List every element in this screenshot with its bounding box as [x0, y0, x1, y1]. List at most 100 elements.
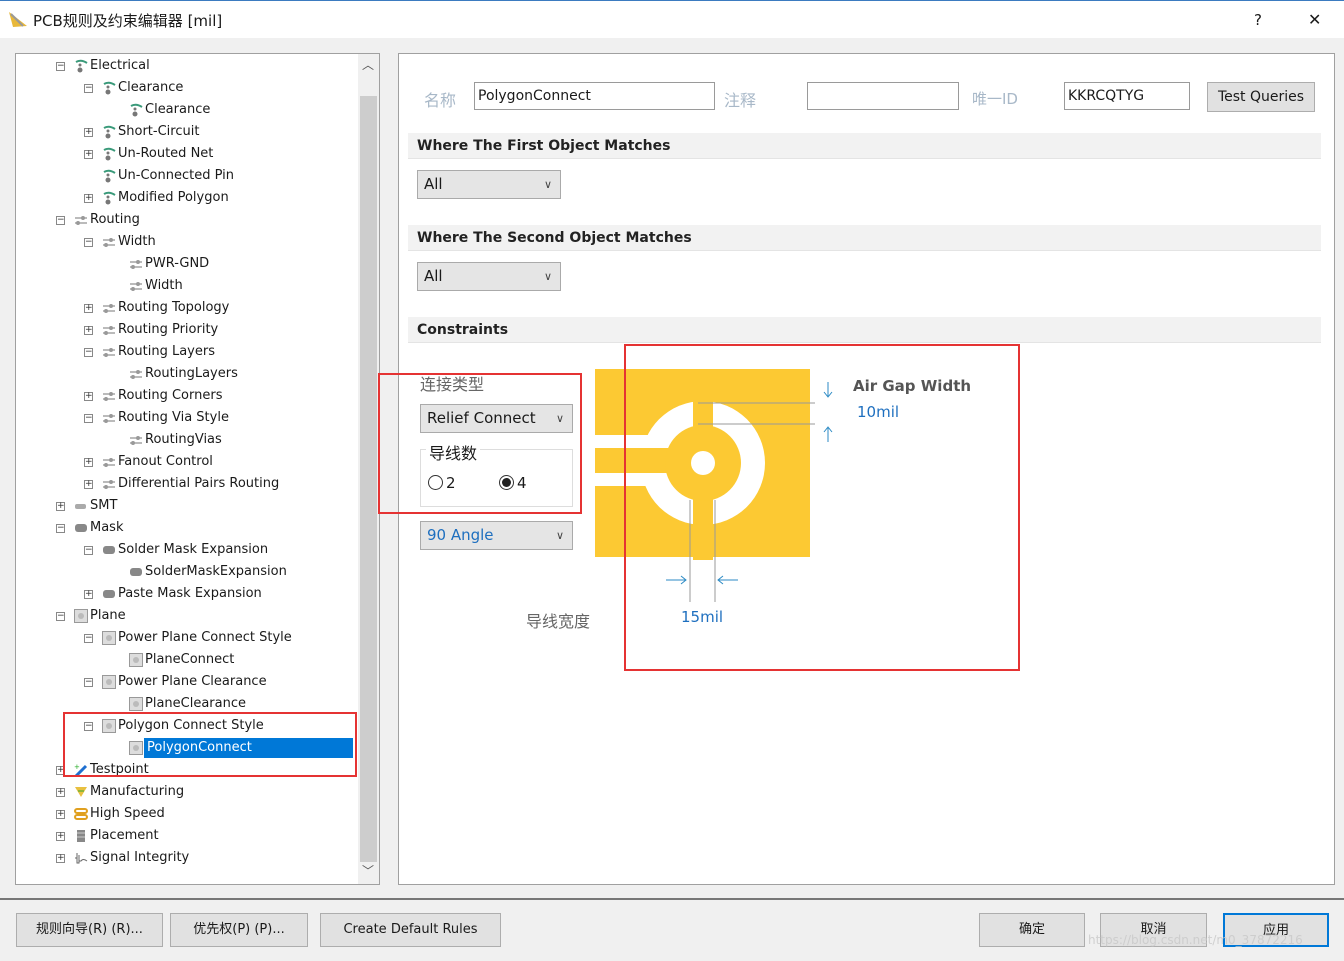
create-default-rules-button[interactable]: Create Default Rules [320, 913, 501, 947]
tree-item[interactable]: − Power Plane Connect Style [16, 628, 356, 648]
expand-icon[interactable]: + [84, 150, 93, 159]
collapse-icon[interactable]: − [84, 546, 93, 555]
routing-icon [129, 257, 143, 271]
scroll-down-icon[interactable]: ﹀ [362, 862, 374, 879]
tree-item[interactable]: + Short-Circuit [16, 122, 356, 142]
expand-icon[interactable]: + [56, 854, 65, 863]
tree-item[interactable]: + High Speed [16, 804, 356, 824]
tree-item[interactable]: − Mask [16, 518, 356, 538]
expand-icon[interactable]: + [84, 392, 93, 401]
tree-item-label: Routing Topology [118, 300, 230, 315]
tree-item[interactable]: + Routing Corners [16, 386, 356, 406]
tree-item[interactable]: Clearance [16, 100, 356, 120]
tree-item[interactable]: − Plane [16, 606, 356, 626]
tree-item[interactable]: + Modified Polygon [16, 188, 356, 208]
tree-item-label: Solder Mask Expansion [118, 542, 269, 557]
scroll-up-icon[interactable]: ︿ [362, 56, 374, 73]
tree-item[interactable]: − Routing Layers [16, 342, 356, 362]
test-queries-button[interactable]: Test Queries [1207, 82, 1315, 112]
ok-button[interactable]: 确定 [979, 913, 1085, 947]
tree-item-label: SMT [90, 498, 118, 513]
second-object-dropdown[interactable]: All ∨ [417, 262, 561, 291]
tree-item[interactable]: Un-Connected Pin [16, 166, 356, 186]
tree-item-label: Routing [90, 212, 140, 227]
tree-item[interactable]: + SMT [16, 496, 356, 516]
tree-item-label: RoutingVias [145, 432, 222, 447]
expand-icon[interactable]: + [56, 788, 65, 797]
collapse-icon[interactable]: − [56, 62, 65, 71]
tree-item-label: Un-Routed Net [118, 146, 214, 161]
chevron-down-icon: ∨ [543, 270, 552, 283]
tree-item[interactable]: + Fanout Control [16, 452, 356, 472]
tree-item[interactable]: + Differential Pairs Routing [16, 474, 356, 494]
expand-icon[interactable]: + [84, 326, 93, 335]
tree-item-label: PlaneConnect [145, 652, 235, 667]
mask-icon [102, 543, 116, 557]
collapse-icon[interactable]: − [84, 84, 93, 93]
name-input[interactable]: PolygonConnect [474, 82, 715, 110]
expand-icon[interactable]: + [84, 128, 93, 137]
constraints-header: Constraints [408, 317, 1321, 343]
tree-item[interactable]: + Paste Mask Expansion [16, 584, 356, 604]
title-bar: PCB规则及约束编辑器 [mil] ? ✕ [0, 0, 1344, 38]
collapse-icon[interactable]: − [84, 414, 93, 423]
expand-icon[interactable]: + [84, 304, 93, 313]
collapse-icon[interactable]: − [56, 612, 65, 621]
tree-item[interactable]: PWR-GND [16, 254, 356, 274]
tree-item[interactable]: RoutingLayers [16, 364, 356, 384]
tree-item[interactable]: RoutingVias [16, 430, 356, 450]
tree-item[interactable]: Width [16, 276, 356, 296]
angle-dropdown[interactable]: 90 Angle ∨ [420, 521, 573, 550]
second-object-header: Where The Second Object Matches [408, 225, 1321, 251]
tree-item[interactable]: PlaneClearance [16, 694, 356, 714]
expand-icon[interactable]: + [84, 194, 93, 203]
expand-icon[interactable]: + [56, 502, 65, 511]
tree-item[interactable]: − Routing [16, 210, 356, 230]
expand-icon[interactable]: + [84, 480, 93, 489]
tree-item[interactable]: + Signal Integrity [16, 848, 356, 868]
tree-item[interactable]: + Manufacturing [16, 782, 356, 802]
expand-icon[interactable]: + [56, 832, 65, 841]
tree-item[interactable]: − Solder Mask Expansion [16, 540, 356, 560]
rule-wizard-button[interactable]: 规则向导(R) (R)... [16, 913, 163, 947]
routing-icon [102, 411, 116, 425]
tree-item[interactable]: − Electrical [16, 56, 356, 76]
collapse-icon[interactable]: − [84, 678, 93, 687]
tree-item-label: PlaneClearance [145, 696, 247, 711]
expand-icon[interactable]: + [84, 458, 93, 467]
tree-item[interactable]: − Power Plane Clearance [16, 672, 356, 692]
tree-item-label: Power Plane Connect Style [118, 630, 292, 645]
uid-input[interactable]: KKRCQTYG [1064, 82, 1190, 110]
tree-item[interactable]: + Placement [16, 826, 356, 846]
tree-item[interactable]: + Routing Topology [16, 298, 356, 318]
collapse-icon[interactable]: − [56, 524, 65, 533]
tree-item[interactable]: − Width [16, 232, 356, 252]
plane-icon [102, 675, 116, 689]
priority-button[interactable]: 优先权(P) (P)... [170, 913, 308, 947]
tree-item-label: Routing Via Style [118, 410, 229, 425]
close-button[interactable]: ✕ [1308, 10, 1321, 29]
plane-icon [129, 697, 143, 711]
tree-item-label: Width [118, 234, 156, 249]
first-object-dropdown[interactable]: All ∨ [417, 170, 561, 199]
scrollbar-thumb[interactable] [360, 96, 377, 862]
collapse-icon[interactable]: − [56, 216, 65, 225]
collapse-icon[interactable]: − [84, 238, 93, 247]
tree-item[interactable]: − Clearance [16, 78, 356, 98]
comment-input[interactable] [807, 82, 959, 110]
routing-icon [129, 367, 143, 381]
collapse-icon[interactable]: − [84, 634, 93, 643]
tree-item[interactable]: + Routing Priority [16, 320, 356, 340]
tree-item-label: Routing Layers [118, 344, 215, 359]
expand-icon[interactable]: + [84, 590, 93, 599]
tree-item[interactable]: SolderMaskExpansion [16, 562, 356, 582]
collapse-icon[interactable]: − [84, 348, 93, 357]
tree-item[interactable]: + Un-Routed Net [16, 144, 356, 164]
tree-item-label: RoutingLayers [145, 366, 238, 381]
help-button[interactable]: ? [1254, 11, 1262, 29]
tree-item[interactable]: − Routing Via Style [16, 408, 356, 428]
expand-icon[interactable]: + [56, 810, 65, 819]
manufacturing-icon [74, 785, 88, 799]
tree-item[interactable]: PlaneConnect [16, 650, 356, 670]
conductor-width-label: 导线宽度 [526, 612, 591, 631]
